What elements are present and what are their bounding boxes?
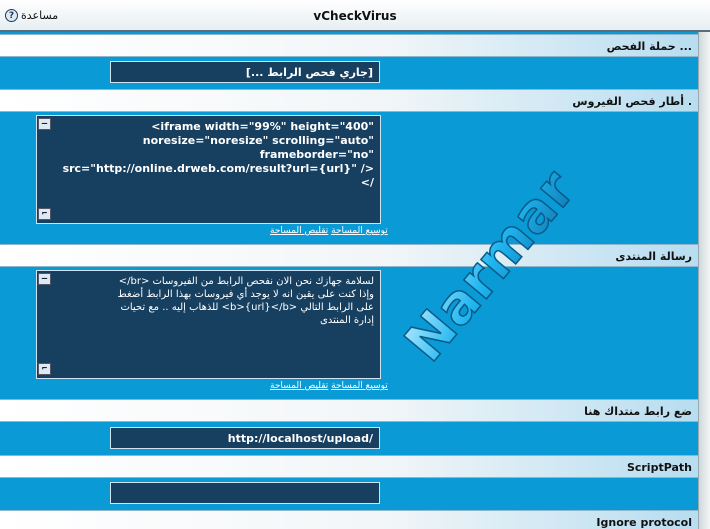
window-title: vCheckVirus: [313, 9, 397, 23]
section-message-header: رسالة المنتدى: [0, 244, 698, 267]
section-frame-title: أطار فحص الفيروس .: [572, 95, 692, 108]
window-edge: [698, 0, 710, 529]
message-resize-links: توسيع المساحة تقليص المساحة: [270, 381, 388, 391]
script-path-input[interactable]: [110, 482, 380, 504]
message-textarea[interactable]: لسلامة جهازك نحن الان نفحص الرابط من الف…: [36, 270, 381, 379]
title-bar: vCheckVirus ? مساعدة: [0, 0, 710, 32]
campaign-input[interactable]: [جاري فحص الرابط ...]: [110, 61, 380, 83]
message-expand-link[interactable]: توسيع المساحة: [331, 381, 388, 391]
help-button[interactable]: ? مساعدة: [5, 9, 58, 22]
frame-scroll-up-icon[interactable]: –: [38, 118, 51, 130]
help-label: مساعدة: [21, 9, 59, 22]
message-scroll-up-icon[interactable]: –: [38, 273, 51, 285]
section-forum-url-header: ضع رابط منتداك هنا: [0, 399, 698, 422]
section-ignore-protocol-header: Ignore protocol: [0, 510, 698, 529]
forum-url-input[interactable]: http://localhost/upload/: [110, 427, 380, 449]
section-script-path-title: ScriptPath: [626, 461, 692, 474]
frame-resize-links: توسيع المساحة تقليص المساحة: [270, 226, 388, 236]
frame-expand-link[interactable]: توسيع المساحة: [331, 226, 388, 236]
frame-shrink-link[interactable]: تقليص المساحة: [270, 226, 328, 236]
message-scroll-down-icon[interactable]: ⌐: [38, 363, 51, 375]
section-frame-header: أطار فحص الفيروس .: [0, 89, 698, 112]
watermark-text: Narmar: [395, 170, 588, 370]
section-campaign-header: حملة الفحص ...: [0, 34, 698, 57]
section-forum-url-title: ضع رابط منتداك هنا: [584, 405, 692, 418]
frame-code-textarea[interactable]: <iframe width="99%" height="400" noresiz…: [36, 115, 381, 224]
section-campaign-title: حملة الفحص ...: [606, 40, 692, 53]
frame-scroll-down-icon[interactable]: ⌐: [38, 208, 51, 220]
message-shrink-link[interactable]: تقليص المساحة: [270, 381, 328, 391]
help-icon: ?: [5, 9, 18, 22]
watermark-logo: Narmar: [395, 170, 588, 370]
section-script-path-header: ScriptPath: [0, 455, 698, 478]
section-message-title: رسالة المنتدى: [615, 250, 692, 263]
section-ignore-protocol-title: Ignore protocol: [596, 516, 692, 529]
